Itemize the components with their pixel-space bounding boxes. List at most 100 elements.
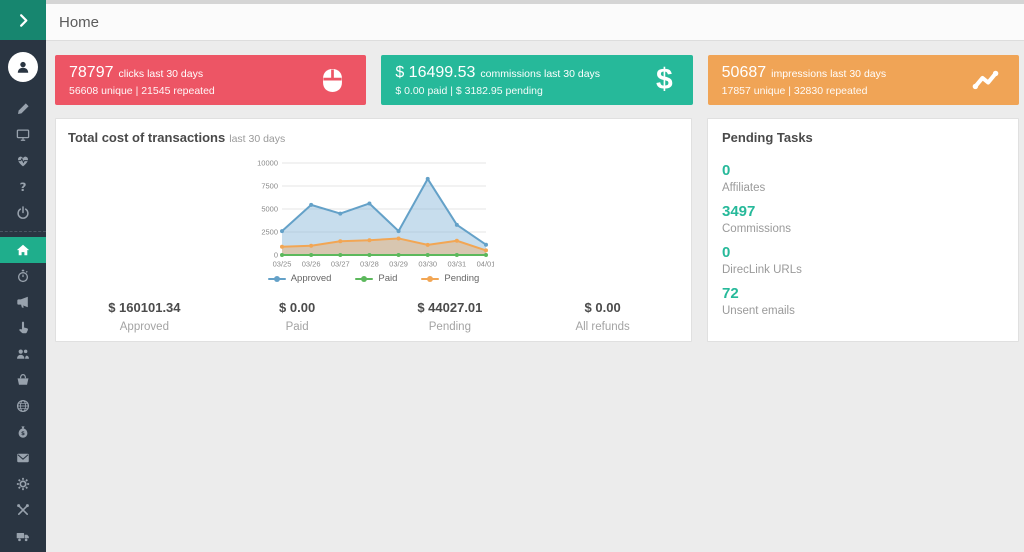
- clicks-caption: clicks last 30 days: [119, 68, 204, 80]
- clicks-detail: 56608 unique | 21545 repeated: [69, 85, 215, 97]
- legend-marker-icon: [268, 275, 286, 283]
- commissions-value: $ 16499.53: [395, 64, 475, 82]
- chart-legend: ApprovedPaidPending: [268, 273, 480, 284]
- sidebar-item-monitor[interactable]: [0, 122, 46, 148]
- svg-text:03/28: 03/28: [360, 260, 379, 269]
- users-icon: [16, 347, 30, 361]
- transactions-summary: $ 160101.34 Approved $ 0.00 Paid $ 44027…: [68, 300, 679, 333]
- trend-line-icon: [972, 67, 999, 94]
- user-avatar-circle: [8, 52, 38, 82]
- clicks-card[interactable]: 78797 clicks last 30 days 56608 unique |…: [55, 55, 366, 105]
- svg-text:2500: 2500: [261, 228, 278, 237]
- chevron-right-icon: [16, 13, 31, 28]
- stat-cards-row: 78797 clicks last 30 days 56608 unique |…: [55, 55, 1019, 105]
- summary-approved: $ 160101.34 Approved: [68, 300, 221, 333]
- sidebar-item-settings[interactable]: [0, 471, 46, 497]
- task-direclink-urls-value[interactable]: 0: [722, 244, 1004, 261]
- basket-icon: [16, 373, 30, 387]
- svg-text:0: 0: [273, 251, 277, 260]
- summary-refunds: $ 0.00 All refunds: [526, 300, 679, 333]
- envelope-icon: [16, 451, 30, 465]
- dashboard-page: ?$ Home 78797 clicks last 30 days 56608 …: [0, 0, 1024, 552]
- task-unsent-emails: 72 Unsent emails: [722, 276, 1004, 317]
- dollar-icon: $: [656, 65, 673, 95]
- svg-text:03/27: 03/27: [330, 260, 349, 269]
- sidebar-item-globe[interactable]: [0, 393, 46, 419]
- impressions-caption: impressions last 30 days: [771, 68, 886, 80]
- transactions-chart: 02500500075001000003/2503/2603/2703/2803…: [254, 157, 494, 270]
- svg-text:10000: 10000: [257, 159, 278, 168]
- task-commissions: 3497 Commissions: [722, 194, 1004, 235]
- commissions-caption: commissions last 30 days: [480, 68, 600, 80]
- sidebar-toggle-button[interactable]: [0, 0, 46, 40]
- summary-pending-value: $ 44027.01: [374, 300, 527, 315]
- commissions-card[interactable]: $ 16499.53 commissions last 30 days $ 0.…: [381, 55, 692, 105]
- home-icon: [16, 243, 30, 257]
- globe-icon: [16, 399, 30, 413]
- commissions-card-text: $ 16499.53 commissions last 30 days $ 0.…: [395, 64, 600, 97]
- sidebar-item-tools[interactable]: [0, 497, 46, 523]
- task-commissions-value[interactable]: 3497: [722, 203, 1004, 220]
- summary-pending: $ 44027.01 Pending: [374, 300, 527, 333]
- gear-icon: [16, 477, 30, 491]
- sidebar-menu: ?$: [0, 40, 46, 549]
- chart-wrap: 02500500075001000003/2503/2603/2703/2803…: [68, 157, 679, 284]
- page-title: Home: [59, 14, 99, 31]
- impressions-card[interactable]: 50687 impressions last 30 days 17857 uni…: [708, 55, 1019, 105]
- legend-pending: Pending: [421, 273, 479, 284]
- summary-pending-label: Pending: [374, 321, 527, 333]
- sidebar-item-delivery[interactable]: [0, 523, 46, 549]
- svg-text:7500: 7500: [261, 182, 278, 191]
- sidebar-item-affiliates[interactable]: [0, 341, 46, 367]
- legend-marker-icon: [355, 275, 373, 283]
- impressions-value: 50687: [722, 64, 767, 82]
- sidebar-item-payouts[interactable]: $: [0, 419, 46, 445]
- transactions-panel-subtitle: last 30 days: [229, 133, 285, 145]
- svg-text:04/01: 04/01: [476, 260, 493, 269]
- sidebar-item-mail[interactable]: [0, 445, 46, 471]
- transactions-panel-title: Total cost of transactions: [68, 130, 225, 145]
- sidebar-item-timer[interactable]: [0, 263, 46, 289]
- mouse-icon: [319, 67, 346, 94]
- impressions-detail: 17857 unique | 32830 repeated: [722, 85, 886, 97]
- svg-text:5000: 5000: [261, 205, 278, 214]
- sidebar-item-basket[interactable]: [0, 367, 46, 393]
- pending-tasks-panel: Pending Tasks 0 Affiliates 3497 Commissi…: [707, 118, 1019, 342]
- summary-paid-value: $ 0.00: [221, 300, 374, 315]
- legend-label: Approved: [291, 273, 332, 284]
- task-direclink-urls-label: DirecLink URLs: [722, 264, 1004, 276]
- sidebar-item-help[interactable]: ?: [0, 174, 46, 200]
- question-icon: ?: [16, 180, 30, 194]
- sidebar-item-pointer[interactable]: [0, 315, 46, 341]
- summary-refunds-label: All refunds: [526, 321, 679, 333]
- task-affiliates-label: Affiliates: [722, 182, 1004, 194]
- summary-approved-value: $ 160101.34: [68, 300, 221, 315]
- pencil-icon: [16, 102, 30, 116]
- task-affiliates: 0 Affiliates: [722, 153, 1004, 194]
- truck-icon: [16, 529, 30, 543]
- sidebar-item-health[interactable]: [0, 148, 46, 174]
- sidebar-item-edit[interactable]: [0, 96, 46, 122]
- sidebar-item-power[interactable]: [0, 200, 46, 226]
- summary-paid: $ 0.00 Paid: [221, 300, 374, 333]
- task-unsent-emails-value[interactable]: 72: [722, 285, 1004, 302]
- user-icon: [15, 59, 31, 75]
- summary-approved-label: Approved: [68, 321, 221, 333]
- heartbeat-icon: [16, 154, 30, 168]
- sidebar-item-user-avatar[interactable]: [0, 46, 46, 88]
- task-direclink-urls: 0 DirecLink URLs: [722, 235, 1004, 276]
- task-commissions-label: Commissions: [722, 223, 1004, 235]
- legend-label: Pending: [444, 273, 479, 284]
- sidebar-item-home[interactable]: [0, 237, 46, 263]
- task-affiliates-value[interactable]: 0: [722, 162, 1004, 179]
- legend-marker-icon: [421, 275, 439, 283]
- svg-text:03/26: 03/26: [301, 260, 320, 269]
- stopwatch-icon: [16, 269, 30, 283]
- summary-refunds-value: $ 0.00: [526, 300, 679, 315]
- legend-approved: Approved: [268, 273, 332, 284]
- svg-text:03/25: 03/25: [272, 260, 291, 269]
- svg-text:?: ?: [20, 180, 27, 194]
- clicks-value: 78797: [69, 64, 114, 82]
- sidebar-item-announcements[interactable]: [0, 289, 46, 315]
- tools-icon: [16, 503, 30, 517]
